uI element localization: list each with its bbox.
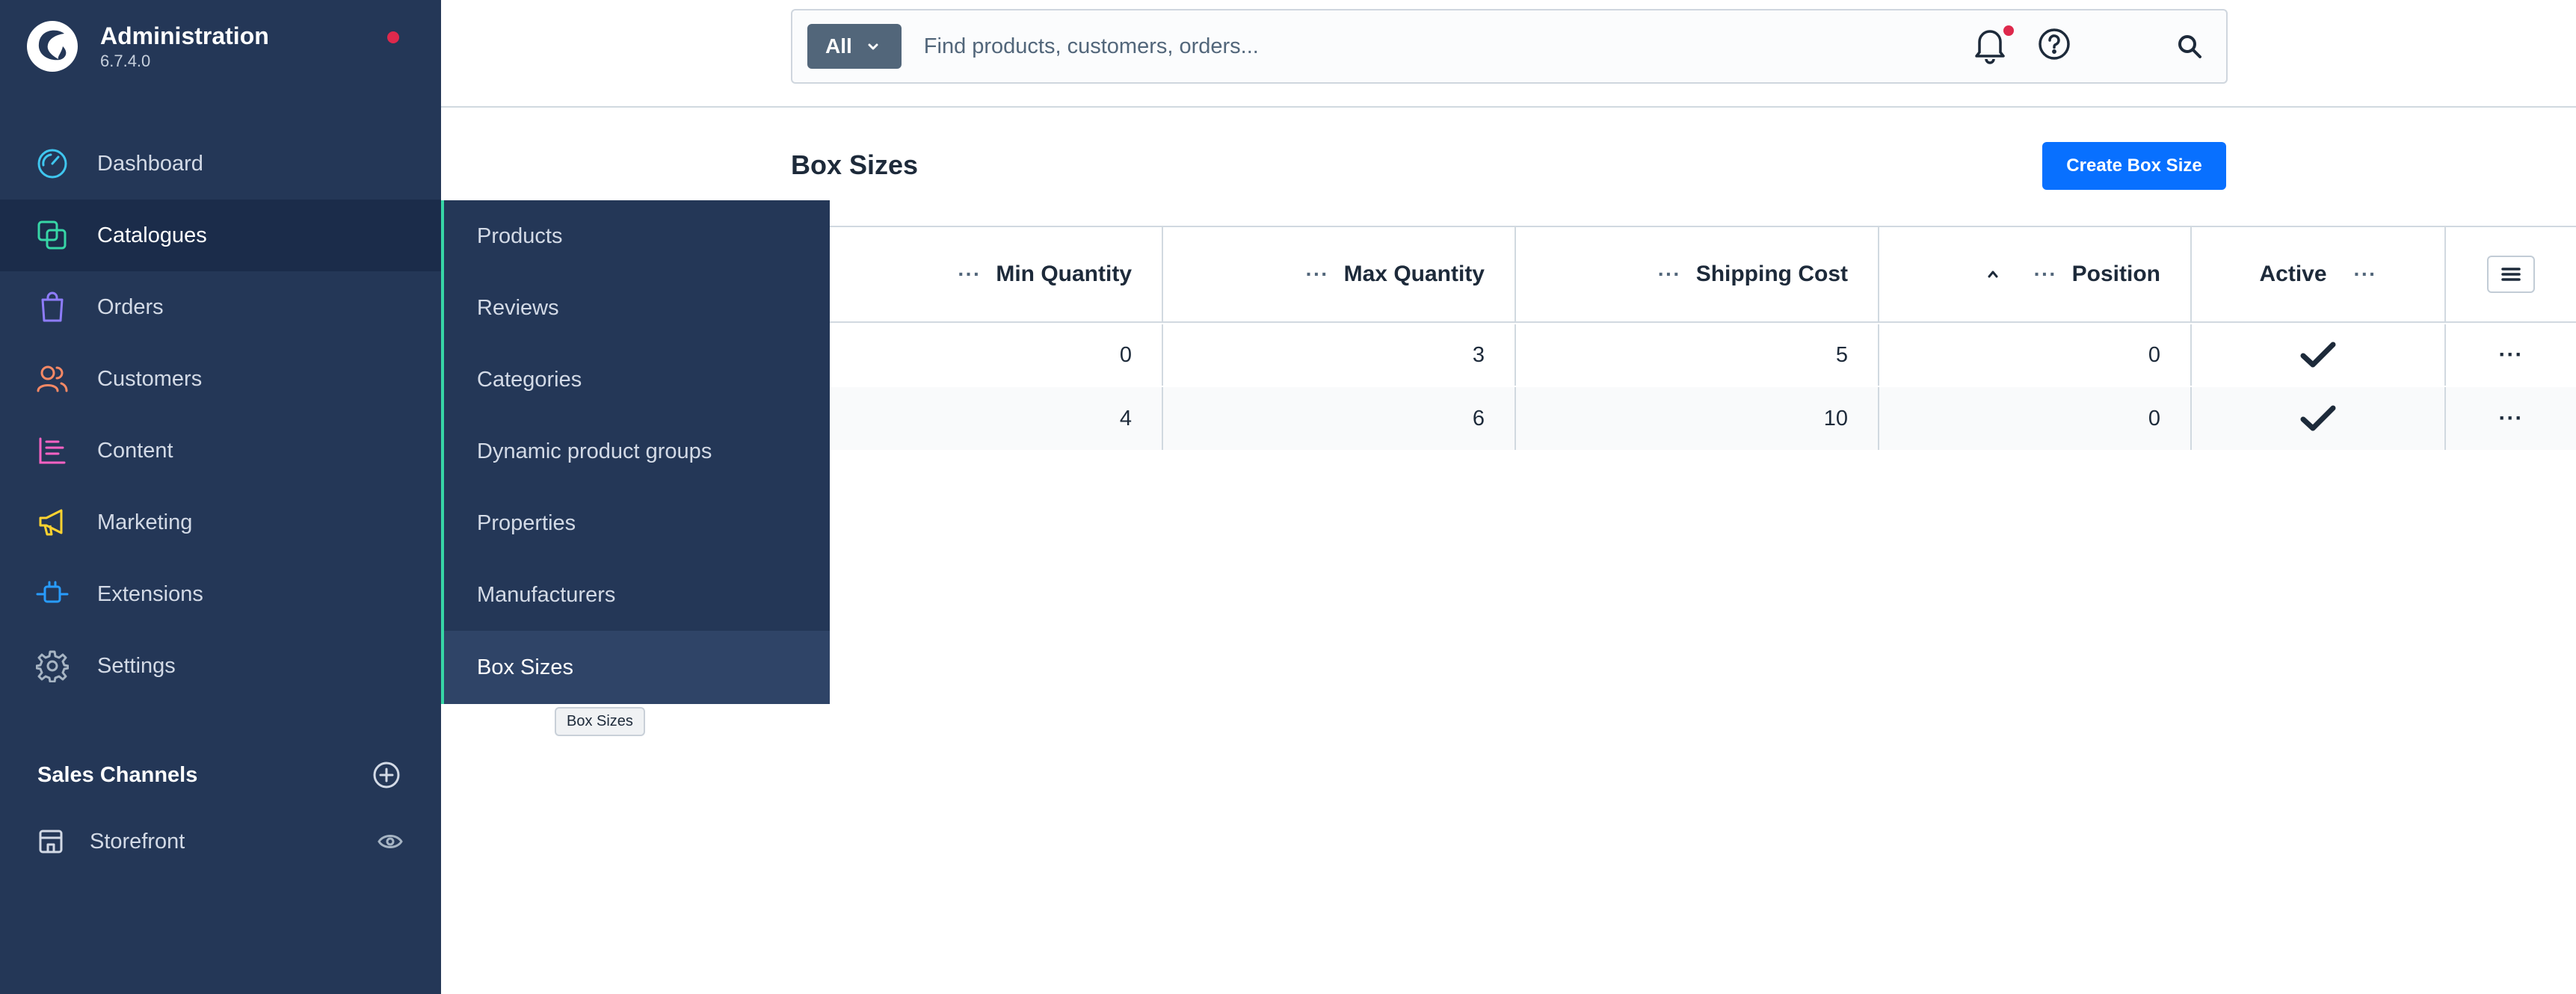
create-box-size-button[interactable]: Create Box Size: [2042, 142, 2226, 190]
cell-position: 0: [1879, 387, 2192, 450]
search-type-label: All: [825, 34, 852, 58]
column-label: Position: [2071, 262, 2160, 286]
column-label: Shipping Cost: [1695, 262, 1848, 286]
sidebar-item-extensions[interactable]: Extensions: [0, 558, 441, 630]
sales-channels-header: Sales Channels: [37, 761, 401, 789]
sidebar-item-marketing[interactable]: Marketing: [0, 487, 441, 558]
cell-max-quantity: 6: [1163, 387, 1516, 450]
extensions-plug-icon: [36, 581, 69, 603]
cell-position: 0: [1879, 324, 2192, 386]
add-circle-icon[interactable]: [372, 761, 401, 789]
notification-bell-icon[interactable]: [1972, 25, 2008, 64]
cell-active: [2192, 387, 2446, 450]
menu-lines-icon: [2501, 268, 2521, 281]
catalogues-flyout-menu: Products Reviews Categories Dynamic prod…: [441, 200, 830, 704]
checkmark-icon: [2300, 342, 2336, 368]
sidebar-item-customers[interactable]: Customers: [0, 343, 441, 415]
column-header-active[interactable]: Active ···: [2192, 227, 2446, 321]
grid-settings-button[interactable]: [2487, 256, 2535, 293]
row-context-menu-icon[interactable]: ···: [2499, 406, 2524, 431]
column-menu-icon[interactable]: ···: [2354, 262, 2377, 286]
row-context-menu-icon[interactable]: ···: [2499, 342, 2524, 368]
flyout-item-dynamic-product-groups[interactable]: Dynamic product groups: [444, 416, 830, 487]
column-header-shipping-cost[interactable]: ··· Shipping Cost: [1516, 227, 1879, 321]
notification-badge: [2003, 25, 2014, 36]
row-actions-cell: ···: [2446, 387, 2576, 450]
main-navigation: Dashboard Catalogues Orders Customers Co…: [0, 128, 441, 702]
checkmark-icon: [2300, 405, 2336, 431]
sidebar-item-catalogues[interactable]: Catalogues: [0, 200, 441, 271]
sidebar-item-label: Settings: [97, 653, 176, 678]
app-title: Administration: [100, 22, 269, 49]
flyout-item-categories[interactable]: Categories: [444, 344, 830, 416]
column-header-position[interactable]: ··· Position: [1879, 227, 2192, 321]
sidebar-item-dashboard[interactable]: Dashboard: [0, 128, 441, 200]
content-list-icon: [39, 437, 66, 464]
search-type-dropdown[interactable]: All: [807, 24, 902, 69]
chevron-down-icon: [868, 43, 878, 50]
flyout-item-manufacturers[interactable]: Manufacturers: [444, 559, 830, 631]
column-label: Active: [2259, 262, 2327, 286]
flyout-item-box-sizes[interactable]: Box Sizes: [444, 631, 830, 704]
column-menu-icon[interactable]: ···: [958, 262, 981, 286]
column-menu-icon[interactable]: ···: [1306, 262, 1329, 286]
sidebar-item-settings[interactable]: Settings: [0, 630, 441, 702]
dashboard-gauge-icon: [37, 149, 67, 179]
grid-settings-cell: [2446, 227, 2576, 321]
column-label: Max Quantity: [1343, 262, 1485, 286]
cell-shipping-cost: 5: [1516, 324, 1879, 386]
column-menu-icon[interactable]: ···: [2034, 262, 2057, 286]
tooltip: Box Sizes: [555, 707, 645, 736]
sales-channels-title: Sales Channels: [37, 762, 198, 787]
brand[interactable]: Administration 6.7.4.0: [27, 21, 269, 72]
flyout-item-properties[interactable]: Properties: [444, 487, 830, 559]
sidebar-item-label: Customers: [97, 366, 203, 391]
column-header-max-quantity[interactable]: ··· Max Quantity: [1163, 227, 1516, 321]
column-label: Min Quantity: [996, 262, 1132, 286]
flyout-item-products[interactable]: Products: [444, 200, 830, 272]
storefront-label: Storefront: [90, 829, 185, 853]
sidebar-item-label: Content: [97, 438, 173, 463]
cell-shipping-cost: 10: [1516, 387, 1879, 450]
cell-active: [2192, 324, 2446, 386]
settings-gear-icon: [36, 650, 69, 682]
top-bar: All: [441, 0, 2576, 108]
marketing-megaphone-icon: [39, 509, 63, 536]
sidebar-item-label: Dashboard: [97, 151, 203, 176]
admin-sidebar: Administration 6.7.4.0 Dashboard Catalog…: [0, 0, 441, 994]
update-notification-dot: [387, 31, 399, 43]
sales-channel-storefront[interactable]: Storefront: [37, 828, 404, 855]
flyout-item-reviews[interactable]: Reviews: [444, 272, 830, 344]
catalogues-stack-icon: [37, 220, 67, 250]
storefront-icon: [39, 830, 63, 853]
global-search: All: [791, 9, 2228, 84]
sidebar-item-label: Catalogues: [97, 223, 207, 247]
help-icon[interactable]: [2038, 28, 2071, 61]
cell-max-quantity: 3: [1163, 324, 1516, 386]
customers-users-icon: [37, 365, 68, 392]
shopware-logo-icon: [27, 21, 78, 72]
orders-bag-icon: [41, 291, 64, 322]
sidebar-item-content[interactable]: Content: [0, 415, 441, 487]
row-actions-cell: ···: [2446, 324, 2576, 386]
sidebar-item-label: Extensions: [97, 581, 203, 606]
sort-ascending-icon[interactable]: [1986, 269, 2000, 280]
sidebar-item-label: Orders: [97, 294, 164, 319]
sidebar-item-label: Marketing: [97, 510, 193, 534]
sidebar-item-orders[interactable]: Orders: [0, 271, 441, 343]
search-icon[interactable]: [2175, 32, 2204, 61]
eye-icon[interactable]: [377, 828, 404, 855]
app-version: 6.7.4.0: [100, 52, 151, 70]
column-menu-icon[interactable]: ···: [1658, 262, 1681, 286]
page-title: Box Sizes: [791, 149, 919, 180]
